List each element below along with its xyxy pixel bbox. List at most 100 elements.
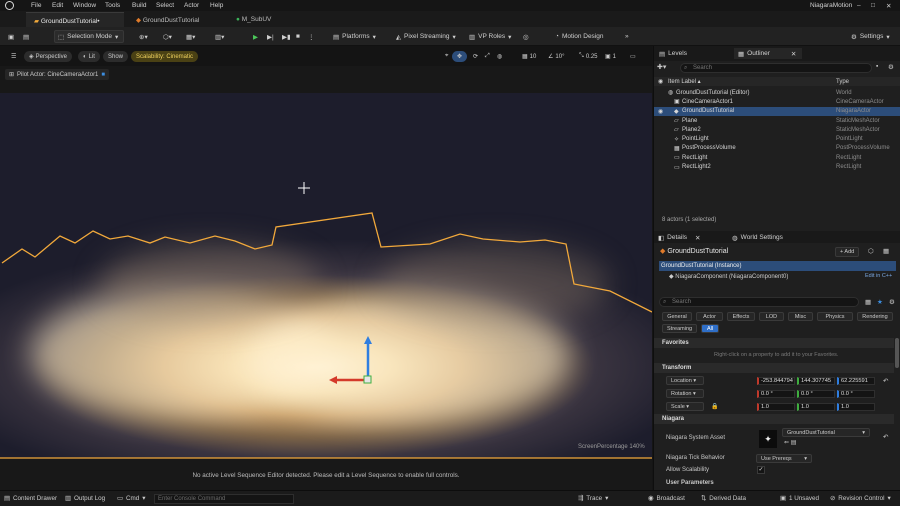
rotation-dropdown[interactable]: Rotation ▾: [666, 389, 704, 398]
browse-icon[interactable]: ⇐ ▤: [784, 439, 796, 446]
scale-x-field[interactable]: 1.0: [757, 403, 795, 411]
motion-design-button[interactable]: ◔ Motion Design: [552, 30, 607, 43]
play-options-icon[interactable]: ⋮: [305, 30, 318, 43]
add-actor-icon[interactable]: ⊕▾: [136, 30, 151, 43]
details-scrollbar[interactable]: [895, 338, 899, 368]
revision-control-button[interactable]: ⊘ Revision Control ▾: [830, 495, 891, 502]
favorites-section[interactable]: Favorites: [654, 338, 894, 348]
scalability-badge[interactable]: Scalability: Cinematic: [131, 51, 199, 62]
table-view-icon[interactable]: ▦: [865, 298, 871, 306]
blueprint-icon[interactable]: ⬡▾: [160, 30, 175, 43]
system-asset-dropdown[interactable]: GroundDustTutorial ▾: [782, 428, 870, 437]
simulate-icon[interactable]: ▶▮: [279, 30, 294, 43]
vp-roles-menu[interactable]: ▥ VP Roles ▾: [466, 30, 514, 43]
outliner-row[interactable]: ▣ CineCameraActor1 CineCameraActor: [654, 97, 900, 106]
camera-icon[interactable]: ◎: [520, 30, 532, 43]
tab-world-settings[interactable]: ◍ World Settings: [732, 232, 783, 243]
scale-y-field[interactable]: 1.0: [797, 403, 835, 411]
menu-build[interactable]: Build: [132, 2, 146, 9]
menu-tools[interactable]: Tools: [105, 2, 120, 9]
filter-tab-effects[interactable]: Effects: [727, 312, 755, 321]
perspective-button[interactable]: ◈ Perspective: [24, 51, 72, 62]
content-icon[interactable]: ▤: [20, 30, 32, 43]
trace-button[interactable]: ⇶ Trace ▾: [578, 495, 608, 502]
component-row[interactable]: ◆ NiagaraComponent (NiagaraComponent0): [669, 273, 788, 280]
col-item-label[interactable]: Item Label ▴: [668, 78, 701, 85]
more-icon[interactable]: ▦: [883, 247, 889, 255]
location-y-field[interactable]: 144.307745: [797, 377, 835, 385]
output-log-button[interactable]: ▥ Output Log: [65, 495, 105, 502]
cinematics-icon[interactable]: ▦▾: [183, 30, 198, 43]
transform-section[interactable]: Transform: [654, 363, 894, 373]
content-drawer-button[interactable]: ▤ Content Drawer: [4, 495, 57, 502]
outliner-row[interactable]: ▭ RectLight2 RectLight: [654, 162, 900, 171]
menu-edit[interactable]: Edit: [52, 2, 63, 9]
broadcast-button[interactable]: ◉ Broadcast: [648, 495, 685, 502]
cmd-dropdown[interactable]: ▭ Cmd ▾: [117, 495, 145, 502]
tick-behavior-dropdown[interactable]: Use Prereqs ▾: [756, 454, 812, 463]
location-z-field[interactable]: 62.225591: [837, 377, 875, 385]
world-space-icon[interactable]: ◍: [492, 51, 507, 62]
allow-scalability-checkbox[interactable]: ✓: [757, 466, 765, 474]
outliner-row[interactable]: ◉ ◆ GroundDustTutorial NiagaraActor: [654, 106, 900, 116]
console-command-input[interactable]: Enter Console Command: [154, 494, 294, 504]
filter-tab-rendering[interactable]: Rendering: [857, 312, 893, 321]
pilot-actor-bar[interactable]: ⊞ Pilot Actor: CineCameraActor1 ■: [5, 69, 110, 80]
level-viewport[interactable]: ☰ ◈ Perspective ◐ Lit Show Scalability: Ci…: [0, 46, 652, 490]
scale-snap-toggle[interactable]: ⤡ 0.25: [574, 51, 603, 62]
filter-tab-actor[interactable]: Actor: [696, 312, 723, 321]
derived-data-button[interactable]: ⇅ Derived Data: [701, 495, 746, 502]
menu-window[interactable]: Window: [73, 2, 96, 9]
rotation-z-field[interactable]: 0.0 °: [837, 390, 875, 398]
close-icon[interactable]: ✕: [791, 50, 796, 58]
menu-file[interactable]: File: [31, 2, 41, 9]
blueprint-icon[interactable]: ⬡: [868, 247, 874, 255]
menu-help[interactable]: Help: [210, 2, 223, 9]
add-icon[interactable]: ✚▾: [657, 63, 666, 71]
selection-mode-dropdown[interactable]: ⬚ Selection Mode ▾: [54, 30, 124, 43]
edit-in-cpp-link[interactable]: Edit in C++: [865, 273, 892, 279]
outliner-row[interactable]: ✧ PointLight PointLight: [654, 135, 900, 144]
gear-icon[interactable]: ⚙: [889, 298, 895, 306]
tab-grounddust-level[interactable]: ▰ GroundDustTutorial•: [26, 12, 124, 27]
step-icon[interactable]: ▶|: [264, 30, 277, 43]
outliner-row[interactable]: ▭ RectLight RectLight: [654, 153, 900, 162]
location-x-field[interactable]: -253.844794: [757, 377, 795, 385]
save-icon[interactable]: ▣: [5, 30, 17, 43]
outliner-search-input[interactable]: ⌕ Search: [680, 63, 872, 73]
menu-select[interactable]: Select: [156, 2, 174, 9]
rotation-y-field[interactable]: 0.0 °: [797, 390, 835, 398]
reset-icon[interactable]: ↶: [883, 377, 888, 385]
tab-outliner[interactable]: ▦ Outliner ✕: [734, 48, 802, 59]
pixel-streaming-menu[interactable]: ◭ Pixel Streaming ▾: [393, 30, 459, 43]
build-icon[interactable]: ▥▾: [212, 30, 227, 43]
location-dropdown[interactable]: Location ▾: [666, 376, 704, 385]
unreal-logo-icon[interactable]: [5, 1, 14, 10]
platforms-menu[interactable]: ▤ Platforms ▾: [330, 30, 379, 43]
instance-row[interactable]: GroundDustTutorial (Instance): [659, 261, 896, 271]
filter-tab-lod[interactable]: LOD: [759, 312, 784, 321]
show-button[interactable]: Show: [103, 51, 129, 62]
visibility-icon[interactable]: ◉: [658, 108, 663, 115]
outliner-row[interactable]: ▦ PostProcessVolume PostProcessVolume: [654, 144, 900, 153]
filter-tab-misc[interactable]: Misc: [788, 312, 813, 321]
filter-tab-streaming[interactable]: Streaming: [662, 324, 697, 333]
maximize-button[interactable]: □: [871, 2, 875, 9]
add-component-button[interactable]: + Add: [835, 247, 860, 257]
translate-icon[interactable]: ✥: [452, 51, 468, 62]
expand-toolbar-icon[interactable]: »: [622, 30, 632, 43]
filter-tab-physics[interactable]: Physics: [817, 312, 853, 321]
menu-actor[interactable]: Actor: [184, 2, 199, 9]
reset-icon[interactable]: ↶: [883, 433, 888, 441]
lock-icon[interactable]: 🔒: [711, 403, 718, 410]
col-type[interactable]: Type: [836, 79, 849, 85]
scale-dropdown[interactable]: Scale ▾: [666, 402, 704, 411]
niagara-section[interactable]: Niagara: [654, 414, 894, 424]
filter-tab-general[interactable]: General: [662, 312, 692, 321]
tab-details[interactable]: ◧ Details ✕: [658, 232, 700, 243]
stop-icon[interactable]: ■: [293, 30, 303, 43]
tab-grounddust-niagara[interactable]: ◆ GroundDustTutorial: [128, 12, 226, 27]
rotation-x-field[interactable]: 0.0 °: [757, 390, 795, 398]
outliner-row[interactable]: ▱ Plane StaticMeshActor: [654, 116, 900, 125]
play-icon[interactable]: ▶: [250, 30, 261, 43]
